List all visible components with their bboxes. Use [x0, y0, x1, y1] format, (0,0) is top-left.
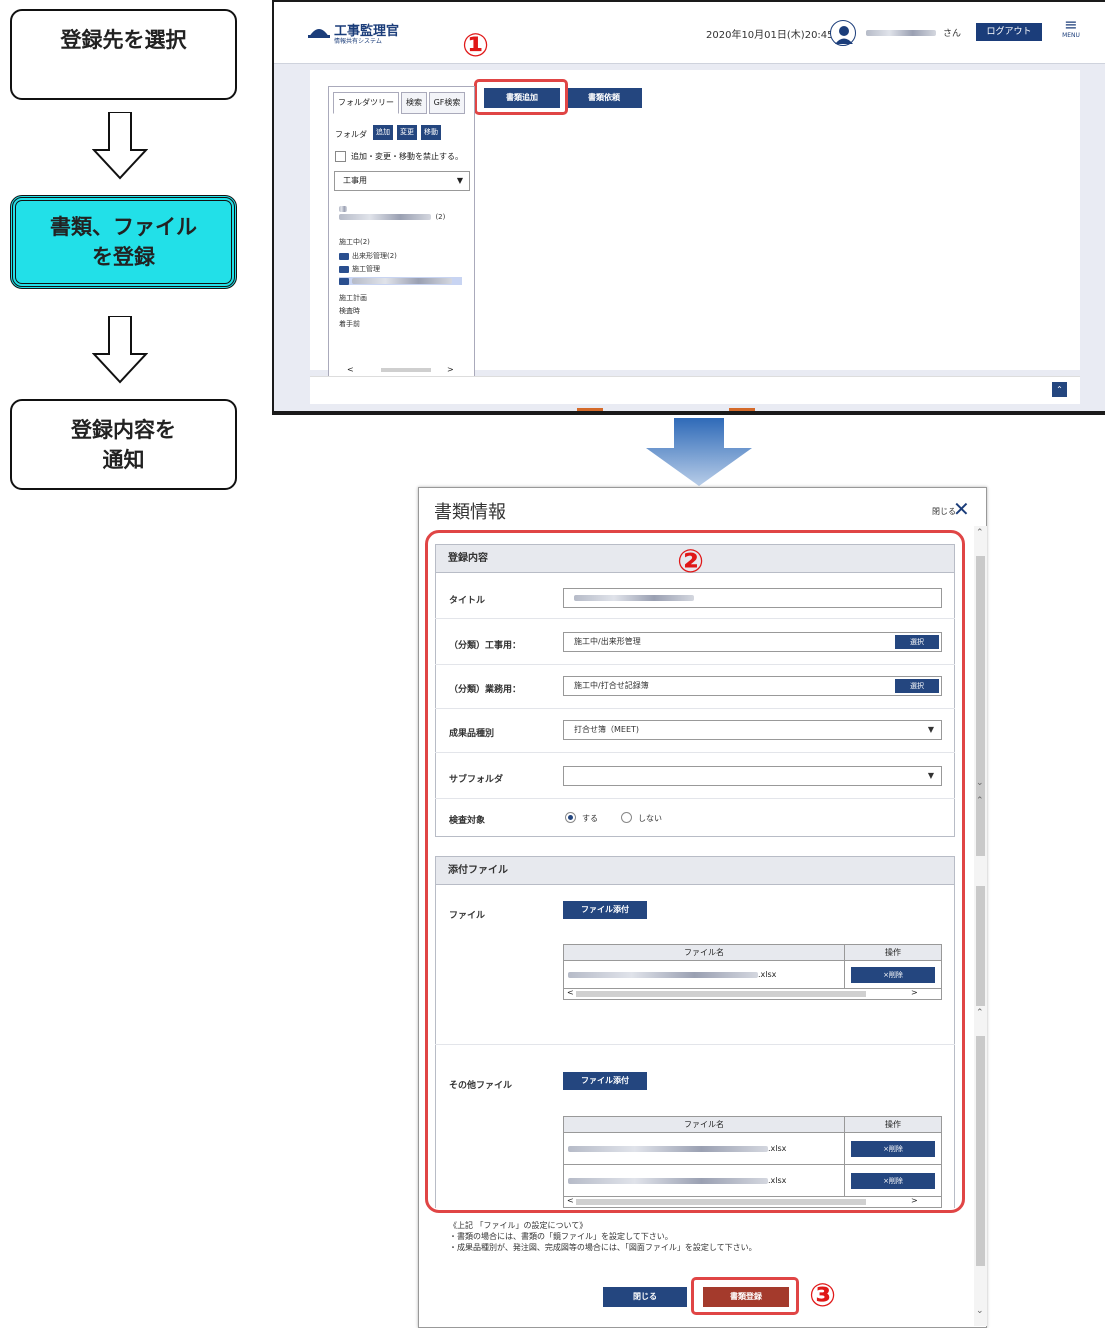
flow-down-arrow-icon: [92, 112, 148, 180]
flow-step-2-line2: を登録: [92, 245, 155, 269]
flow-step-1-label: 登録先を選択: [60, 28, 187, 52]
app-window-screenshot: 工事監理官 情報共有システム 2020年10月01日(木)20:45 さん ログ…: [272, 0, 1105, 415]
app-logo-subtitle: 情報共有システム: [334, 38, 382, 45]
logout-button[interactable]: ログアウト: [976, 23, 1042, 41]
chevron-up-icon[interactable]: ⌃: [976, 1008, 984, 1018]
tree-item-construction-mgmt-label: 施工管理: [352, 265, 380, 273]
transition-down-arrow-icon: [646, 418, 752, 486]
callout-number-2: ②: [677, 542, 705, 580]
folder-move-button[interactable]: 移動: [421, 125, 441, 140]
scroll-top-button[interactable]: ⌃: [1052, 382, 1067, 397]
tree-item-selected[interactable]: [339, 277, 462, 285]
tree-item-plan[interactable]: 施工計画: [339, 293, 367, 303]
chevron-down-icon: ▼: [456, 176, 463, 185]
tree-item-inspection[interactable]: 検査時: [339, 306, 360, 316]
user-avatar-icon[interactable]: [830, 20, 856, 46]
tree-item-root[interactable]: (2): [339, 205, 445, 221]
chevron-up-icon[interactable]: ⌃: [976, 796, 984, 806]
tree-item-progress-mgmt-label: 出来形管理(2): [352, 252, 397, 260]
folder-add-button[interactable]: 追加: [373, 125, 393, 140]
flow-step-register-documents: 書類、ファイル を登録: [10, 195, 237, 289]
request-document-button[interactable]: 書類依頼: [566, 88, 642, 108]
prohibit-edit-checkbox[interactable]: [335, 151, 346, 162]
header-user-name: [866, 28, 936, 37]
tree-item-under-construction[interactable]: 施工中(2): [339, 237, 370, 247]
folder-change-button[interactable]: 変更: [397, 125, 417, 140]
header-datetime: 2020年10月01日(木)20:45: [706, 30, 834, 41]
scroll-left-icon[interactable]: <: [347, 365, 354, 374]
tab-gf-search[interactable]: GF検索: [429, 92, 465, 114]
note-line-drawing: ・成果品種別が、発注図、完成図等の場合には、「図面ファイル」を設定して下さい。: [449, 1243, 757, 1252]
tab-search[interactable]: 検索: [401, 92, 427, 114]
folder-label: フォルダ: [335, 130, 367, 139]
close-icon[interactable]: ✕: [953, 498, 970, 520]
flow-down-arrow-icon: [92, 316, 148, 384]
header-user-suffix: さん: [943, 29, 962, 39]
chevron-down-icon[interactable]: ⌄: [976, 778, 984, 788]
dialog-scrollbar[interactable]: ⌃ ⌄ ⌃ ⌃ ⌄: [974, 526, 987, 1326]
chevron-up-icon[interactable]: ⌃: [976, 528, 984, 538]
chevron-down-icon[interactable]: ⌄: [976, 1306, 984, 1316]
bottom-bar: ⌃: [310, 376, 1080, 404]
flow-step-2-line1: 書類、ファイル: [50, 215, 197, 239]
folder-type-value: 工事用: [343, 176, 367, 185]
flow-step-3-line1: 登録内容を: [71, 418, 176, 442]
logo-helmet-icon: [308, 29, 330, 38]
menu-button[interactable]: ≡ MENU: [1058, 15, 1084, 40]
callout-highlight-2: [425, 530, 965, 1213]
flow-step-3-line2: 通知: [102, 448, 145, 472]
note-title: 《上記 「ファイル」の設定について》: [449, 1221, 588, 1230]
prohibit-edit-label: 追加・変更・移動を禁止する。: [351, 152, 463, 161]
folder-icon: [339, 252, 349, 260]
note-line-mirror: ・書類の場合には、書類の「鏡ファイル」を設定して下さい。: [449, 1232, 673, 1241]
tree-item-progress-mgmt[interactable]: 出来形管理(2): [339, 251, 397, 261]
flow-step-notify: 登録内容を 通知: [10, 399, 237, 490]
scroll-right-icon[interactable]: >: [447, 365, 454, 374]
tree-item-before-start[interactable]: 着手前: [339, 319, 360, 329]
folder-tree-panel: フォルダツリー 検索 GF検索 フォルダ 追加 変更 移動 追加・変更・移動を禁…: [328, 86, 475, 382]
dialog-close-button[interactable]: 閉じる: [603, 1287, 687, 1307]
flow-step-select-destination: 登録先を選択: [10, 9, 237, 100]
folder-icon: [339, 277, 349, 285]
hamburger-icon: ≡: [1064, 15, 1078, 34]
tree-item-root-count: (2): [435, 213, 446, 221]
callout-highlight-3: [691, 1277, 799, 1315]
folder-type-select[interactable]: 工事用 ▼: [334, 171, 470, 191]
tree-horizontal-scrollbar[interactable]: < >: [337, 365, 457, 375]
callout-highlight-1: [474, 79, 568, 115]
folder-icon: [339, 265, 349, 273]
callout-number-3: ③: [809, 1276, 837, 1314]
dialog-title: 書類情報: [434, 502, 506, 523]
menu-label: MENU: [1062, 32, 1080, 39]
app-header: 工事監理官 情報共有システム 2020年10月01日(木)20:45 さん ログ…: [274, 2, 1105, 64]
tab-folder-tree[interactable]: フォルダツリー: [333, 92, 399, 114]
tree-item-construction-mgmt[interactable]: 施工管理: [339, 264, 380, 274]
callout-number-1: ①: [462, 26, 490, 64]
document-info-dialog: 書類情報 閉じる ✕ ⌃ ⌄ ⌃ ⌃ ⌄ 登録内容 タイトル （分類）工事用： …: [418, 487, 987, 1328]
